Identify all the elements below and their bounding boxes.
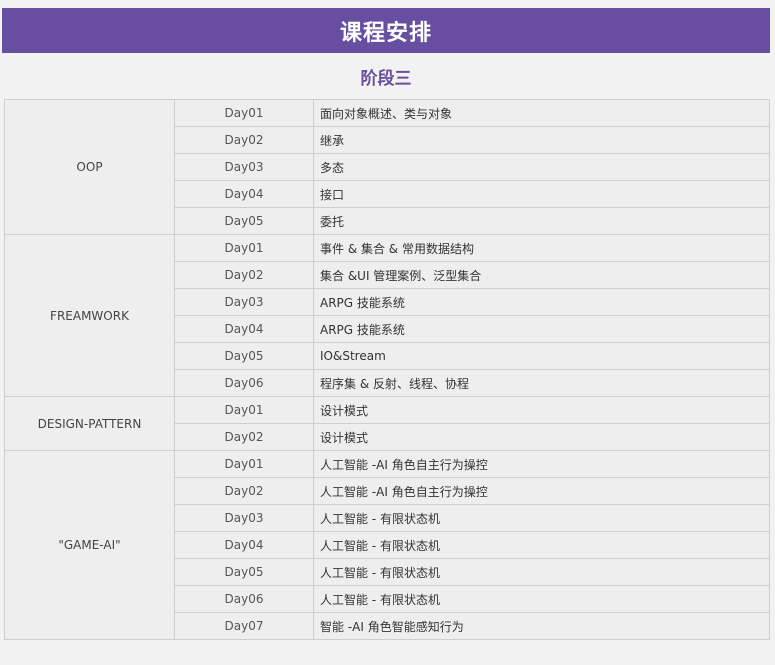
- content-cell: 委托: [313, 207, 770, 235]
- day-cell: Day05: [174, 207, 314, 235]
- day-cell: Day01: [174, 396, 314, 424]
- content-cell: ARPG 技能系统: [313, 315, 770, 343]
- content-cell: 人工智能 - 有限状态机: [313, 585, 770, 613]
- day-cell: Day01: [174, 234, 314, 262]
- day-cell: Day02: [174, 126, 314, 154]
- content-cell: 继承: [313, 126, 770, 154]
- day-cell: Day01: [174, 99, 314, 127]
- content-cell: 程序集 & 反射、线程、协程: [313, 369, 770, 397]
- day-cell: Day02: [174, 477, 314, 505]
- day-cell: Day01: [174, 450, 314, 478]
- table-row: DESIGN-PATTERN Day01 设计模式: [4, 396, 770, 451]
- content-cell: 智能 -AI 角色智能感知行为: [313, 612, 770, 640]
- table-row: FREAMWORK Day01 事件 & 集合 & 常用数据结构: [4, 234, 770, 397]
- content-cell: 设计模式: [313, 396, 770, 424]
- content-cell: 集合 &UI 管理案例、泛型集合: [313, 261, 770, 289]
- day-cell: Day05: [174, 558, 314, 586]
- day-cell: Day04: [174, 180, 314, 208]
- content-cell: 接口: [313, 180, 770, 208]
- content-cell: 人工智能 - 有限状态机: [313, 531, 770, 559]
- day-cell: Day03: [174, 288, 314, 316]
- day-cell: Day07: [174, 612, 314, 640]
- table-row: OOP Day01 面向对象概述、类与对象: [4, 99, 770, 235]
- content-cell: 人工智能 - 有限状态机: [313, 504, 770, 532]
- day-cell: Day02: [174, 423, 314, 451]
- content-cell: 事件 & 集合 & 常用数据结构: [313, 234, 770, 262]
- day-cell: Day04: [174, 531, 314, 559]
- course-schedule-page: 课程安排 阶段三 OOP Day01 面向对象概述、类与对象 Day02 继承 …: [0, 0, 775, 665]
- table-row: "GAME-AI" Day01 人工智能 -AI 角色自主行为操控: [4, 450, 770, 640]
- topic-cell: FREAMWORK: [4, 234, 175, 397]
- page-title: 课程安排: [2, 8, 770, 53]
- day-cell: Day05: [174, 342, 314, 370]
- content-cell: 面向对象概述、类与对象: [313, 99, 770, 127]
- day-cell: Day03: [174, 504, 314, 532]
- day-cell: Day02: [174, 261, 314, 289]
- content-cell: 人工智能 -AI 角色自主行为操控: [313, 477, 770, 505]
- day-cell: Day04: [174, 315, 314, 343]
- topic-cell: "GAME-AI": [4, 450, 175, 640]
- day-cell: Day06: [174, 369, 314, 397]
- topic-cell: OOP: [4, 99, 175, 235]
- content-cell: 人工智能 - 有限状态机: [313, 558, 770, 586]
- content-cell: 人工智能 -AI 角色自主行为操控: [313, 450, 770, 478]
- day-cell: Day03: [174, 153, 314, 181]
- day-cell: Day06: [174, 585, 314, 613]
- content-cell: IO&Stream: [313, 342, 770, 370]
- topic-cell: DESIGN-PATTERN: [4, 396, 175, 451]
- schedule-table: OOP Day01 面向对象概述、类与对象 Day02 继承 Day03 多态 …: [4, 99, 770, 640]
- stage-heading: 阶段三: [360, 68, 412, 89]
- content-cell: 多态: [313, 153, 770, 181]
- content-cell: ARPG 技能系统: [313, 288, 770, 316]
- content-cell: 设计模式: [313, 423, 770, 451]
